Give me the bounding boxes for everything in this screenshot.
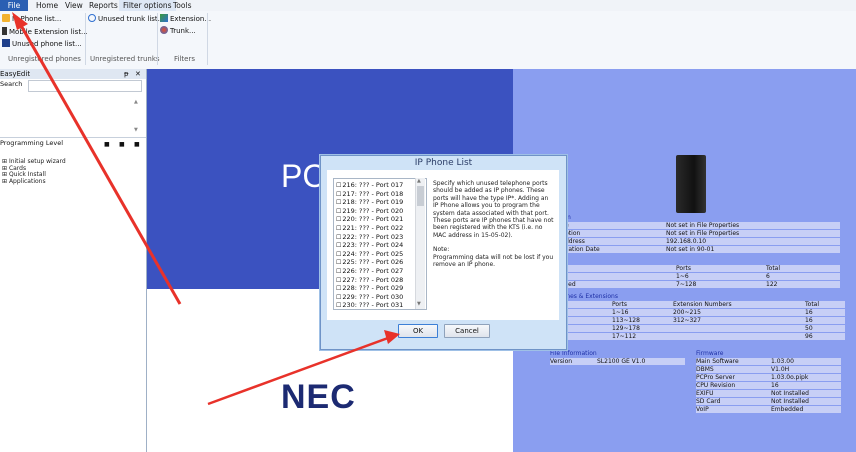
arrowhead-up-icon <box>12 12 28 30</box>
arrowhead-right-icon <box>384 330 400 344</box>
arrow-to-ok-button <box>207 336 389 406</box>
annotation-arrows <box>12 12 400 406</box>
arrow-to-ip-phone-list <box>17 21 182 305</box>
